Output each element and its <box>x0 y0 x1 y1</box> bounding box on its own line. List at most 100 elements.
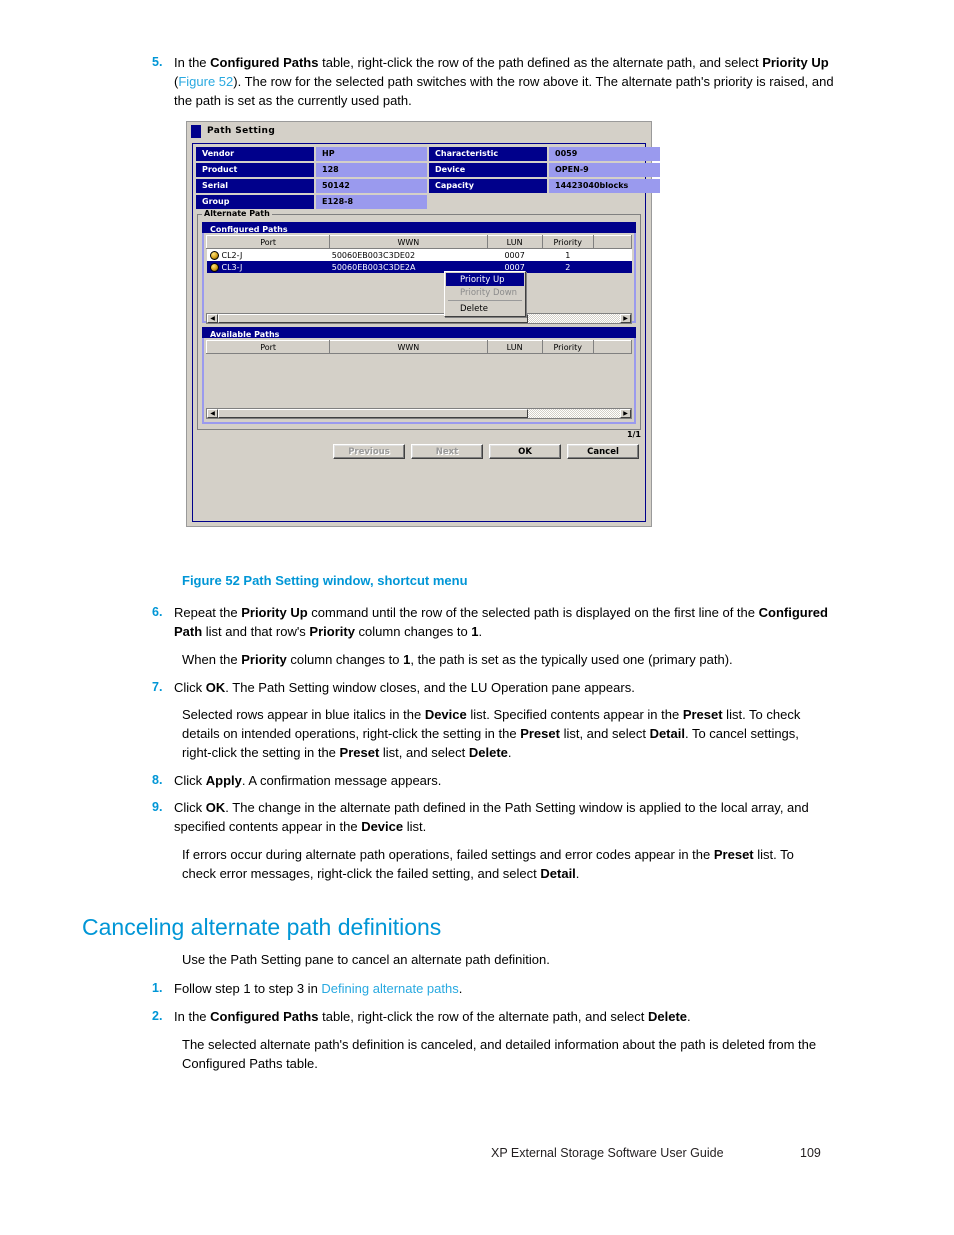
step-6: 6. Repeat the Priority Up command until … <box>152 603 842 641</box>
cell-priority: 1 <box>542 248 594 261</box>
step-8-number: 8. <box>152 773 163 787</box>
configured-paths-table-area: Port WWN LUN Priority CL2-J 50060EB003C3… <box>205 235 633 317</box>
path-setting-window-screenshot: Path Setting Vendor HP Characteristic 00… <box>186 121 660 527</box>
window-button-row: Previous Next OK Cancel <box>193 439 645 463</box>
step-5-text: In the Configured Paths table, right-cli… <box>174 55 834 108</box>
scroll-left-arrow-icon[interactable]: ◀ <box>207 409 218 418</box>
configured-paths-hscrollbar[interactable]: ◀ ▶ <box>206 313 632 324</box>
step-9-number: 9. <box>152 800 163 814</box>
cancel-step-2-note: The selected alternate path's definition… <box>182 1037 817 1071</box>
cancel-button[interactable]: Cancel <box>567 444 639 459</box>
scroll-right-arrow-icon[interactable]: ▶ <box>620 314 631 323</box>
col-header-wwn[interactable]: WWN <box>329 235 488 249</box>
col-header-lun[interactable]: LUN <box>486 340 543 354</box>
cell-lun: 0007 <box>487 248 543 261</box>
info-value-serial: 50142 <box>316 179 427 193</box>
info-blank-cell-2 <box>549 195 660 209</box>
scroll-right-arrow-icon[interactable]: ▶ <box>620 409 631 418</box>
col-header-priority[interactable]: Priority <box>541 235 594 249</box>
available-paths-header-row: Port WWN LUN Priority <box>205 340 633 354</box>
step-7-note: Selected rows appear in blue italics in … <box>182 707 801 760</box>
footer-title: XP External Storage Software User Guide <box>491 1146 724 1160</box>
step-6-number: 6. <box>152 605 163 619</box>
context-menu-separator <box>448 300 522 301</box>
cell-blank <box>593 248 632 261</box>
info-label-capacity: Capacity <box>429 179 547 193</box>
step-5: 5. In the Configured Paths table, right-… <box>152 53 842 110</box>
document-page: 5. In the Configured Paths table, right-… <box>0 0 954 1235</box>
table-empty-row <box>206 273 632 311</box>
configured-paths-table: Port WWN LUN Priority CL2-J 50060EB003C3… <box>205 235 633 311</box>
cell-port: CL2-J <box>206 248 330 261</box>
context-menu-item-priority-up[interactable]: Priority Up <box>446 273 524 286</box>
configured-paths-box: Port WWN LUN Priority CL2-J 50060EB003C3… <box>202 233 636 324</box>
scroll-thumb[interactable] <box>218 409 528 418</box>
info-value-vendor: HP <box>316 147 427 161</box>
info-value-group: E128-8 <box>316 195 427 209</box>
available-paths-box: Port WWN LUN Priority ◀ ▶ <box>202 338 636 424</box>
ok-button[interactable]: OK <box>489 444 561 459</box>
info-label-vendor: Vendor <box>196 147 314 161</box>
context-menu-item-delete[interactable]: Delete <box>446 302 524 315</box>
info-label-product: Product <box>196 163 314 177</box>
col-header-port[interactable]: Port <box>205 235 331 249</box>
page-title: Canceling alternate path definitions <box>82 914 442 940</box>
cell-priority: 2 <box>542 261 594 273</box>
step-7-number: 7. <box>152 680 163 694</box>
cancel-step-2-number: 2. <box>152 1009 163 1023</box>
context-menu-item-priority-down: Priority Down <box>460 288 518 298</box>
available-paths-hscrollbar[interactable]: ◀ ▶ <box>206 408 632 419</box>
scroll-left-arrow-icon[interactable]: ◀ <box>207 314 218 323</box>
configured-paths-header: Configured Paths <box>202 222 636 234</box>
table-row[interactable]: CL2-J 50060EB003C3DE02 0007 1 <box>206 248 632 261</box>
window-title: Path Setting <box>207 126 276 136</box>
scroll-track[interactable] <box>528 314 620 323</box>
col-header-blank[interactable] <box>592 340 633 354</box>
step-6-note: When the Priority column changes to 1, t… <box>182 652 733 667</box>
table-empty-row <box>206 353 632 406</box>
info-label-serial: Serial <box>196 179 314 193</box>
info-blank-cell-1 <box>429 195 547 209</box>
cancel-step-1-number: 1. <box>152 981 163 995</box>
previous-button[interactable]: Previous <box>333 444 405 459</box>
page-count-indicator: 1/1 <box>626 430 641 439</box>
step-9-note: If errors occur during alternate path op… <box>182 847 794 881</box>
shortcut-context-menu: Priority Up Priority Down Delete <box>444 271 526 317</box>
section-intro: Use the Path Setting pane to cancel an a… <box>182 952 550 967</box>
step-8: 8. Click Apply. A confirmation message a… <box>152 771 842 790</box>
footer-page-number: 109 <box>800 1146 821 1160</box>
window-titlebar: Path Setting <box>187 122 651 140</box>
port-icon <box>209 250 219 260</box>
cell-port-label: CL3-J <box>221 262 243 272</box>
cancel-step-1: 1. Follow step 1 to step 3 in Defining a… <box>152 979 842 998</box>
available-paths-table: Port WWN LUN Priority <box>205 340 633 406</box>
col-header-wwn[interactable]: WWN <box>329 340 488 354</box>
figure-caption: Figure 52 Path Setting window, shortcut … <box>182 573 468 588</box>
step-9-text: Click OK. The change in the alternate pa… <box>174 800 809 834</box>
window-body: Vendor HP Characteristic 0059 Product 12… <box>192 143 660 522</box>
alternate-path-group: Alternate Path Configured Paths Port WWN… <box>197 209 641 430</box>
step-6-text: Repeat the Priority Up command until the… <box>174 605 828 639</box>
step-8-text: Click Apply. A confirmation message appe… <box>174 773 442 788</box>
col-header-blank[interactable] <box>592 235 633 249</box>
col-header-priority[interactable]: Priority <box>541 340 594 354</box>
next-button[interactable]: Next <box>411 444 483 459</box>
table-row[interactable]: CL3-J 50060EB003C3DE2A 0007 2 <box>206 261 632 273</box>
cell-wwn: 50060EB003C3DE02 <box>329 248 487 261</box>
scroll-track[interactable] <box>528 409 620 418</box>
port-icon <box>209 262 219 272</box>
step-5-number: 5. <box>152 55 163 69</box>
available-paths-header: Available Paths <box>202 327 636 339</box>
info-value-characteristic: 0059 <box>549 147 660 161</box>
cell-port-label: CL2-J <box>221 250 243 260</box>
info-label-device: Device <box>429 163 547 177</box>
cell-blank <box>593 261 632 273</box>
col-header-port[interactable]: Port <box>205 340 331 354</box>
cancel-step-2-text: In the Configured Paths table, right-cli… <box>174 1009 691 1024</box>
info-label-characteristic: Characteristic <box>429 147 547 161</box>
col-header-lun[interactable]: LUN <box>486 235 543 249</box>
step-9: 9. Click OK. The change in the alternate… <box>152 798 842 836</box>
device-info-grid: Vendor HP Characteristic 0059 Product 12… <box>193 144 660 211</box>
info-value-capacity: 14423040blocks <box>549 179 660 193</box>
configured-paths-header-row: Port WWN LUN Priority <box>205 235 633 249</box>
